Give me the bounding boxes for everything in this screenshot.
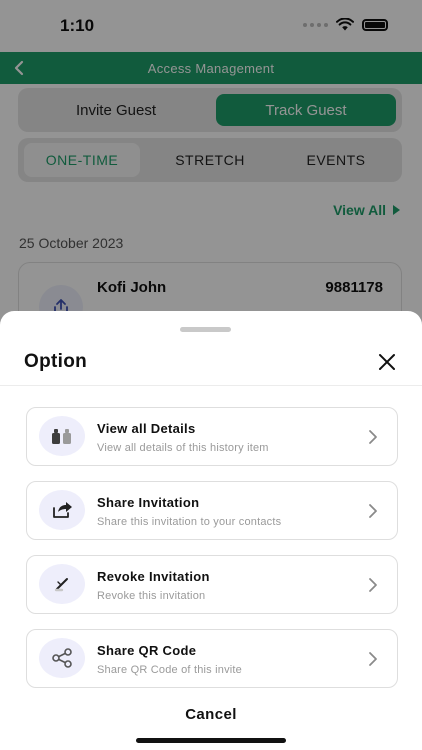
option-revoke-invitation[interactable]: Revoke Invitation Revoke this invitation [26,555,398,614]
option-subtitle: Revoke this invitation [97,590,206,602]
options-bottom-sheet: Option View all Details View all details… [0,311,422,750]
option-share-invitation[interactable]: Share Invitation Share this invitation t… [26,481,398,540]
chevron-right-icon [369,430,377,444]
share-forward-icon [39,490,85,530]
option-share-qr-code[interactable]: Share QR Code Share QR Code of this invi… [26,629,398,688]
details-icon [39,416,85,456]
option-view-all-details[interactable]: View all Details View all details of thi… [26,407,398,466]
cancel-button[interactable]: Cancel [0,706,422,723]
option-subtitle: View all details of this history item [97,442,269,454]
option-subtitle: Share this invitation to your contacts [97,516,282,528]
sheet-grabber[interactable] [180,327,231,332]
home-indicator[interactable] [136,738,286,743]
close-icon[interactable] [376,351,398,373]
option-title: Share Invitation [97,495,200,510]
option-title: Revoke Invitation [97,569,210,584]
chevron-right-icon [369,578,377,592]
revoke-icon [39,564,85,604]
option-title: Share QR Code [97,643,197,658]
option-subtitle: Share QR Code of this invite [97,664,243,676]
option-title: View all Details [97,421,196,436]
chevron-right-icon [369,652,377,666]
sheet-divider [0,385,422,386]
chevron-right-icon [369,504,377,518]
sheet-title: Option [24,351,88,372]
share-nodes-icon [39,638,85,678]
